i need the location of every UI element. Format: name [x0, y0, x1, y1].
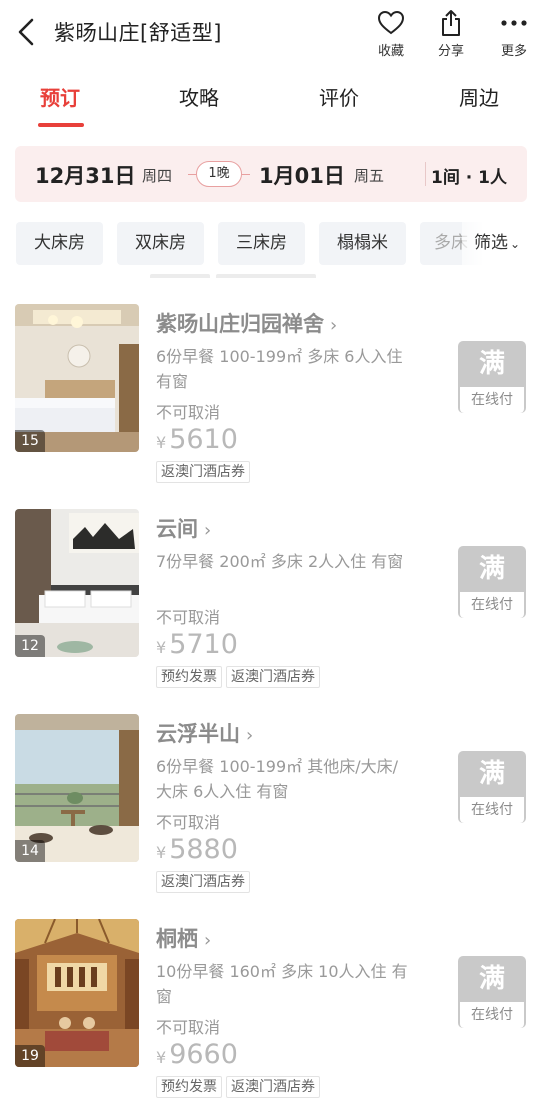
tab-guide[interactable]: 攻略	[179, 82, 219, 111]
room-price: ¥5880	[156, 834, 238, 865]
top-bar: 紫旸山庄[舒适型] 收藏 分享 更多	[0, 0, 550, 66]
room-description: 6份早餐 100-199㎡ 多床 6人入住 有窗	[156, 347, 403, 391]
pay-online-label: 在线付	[460, 797, 524, 823]
date-selector[interactable]: 12月31日 周四 1晚 1月01日 周五 1间 · 1人	[15, 146, 527, 202]
sold-out-button[interactable]: 满 在线付	[458, 751, 526, 823]
photo-count: 12	[15, 635, 45, 657]
room-photo[interactable]: 15	[15, 304, 139, 452]
cancellation-policy: 不可取消	[156, 1018, 221, 1037]
active-tab-indicator	[38, 123, 84, 127]
room-photo[interactable]: 12	[15, 509, 139, 657]
cancellation-policy: 不可取消	[156, 403, 221, 422]
chevron-left-icon	[18, 18, 34, 46]
heart-icon	[377, 10, 405, 35]
tag-invoice: 预约发票	[156, 1076, 222, 1098]
sold-out-button[interactable]: 满 在线付	[458, 546, 526, 618]
room-name[interactable]: 云间 ›	[156, 513, 211, 543]
chevron-right-icon: ›	[204, 930, 212, 951]
tag-macau-voucher: 返澳门酒店券	[156, 871, 250, 893]
room-tags: 预约发票 返澳门酒店券	[156, 1076, 324, 1098]
room-tags: 返澳门酒店券	[156, 461, 254, 483]
room-price: ¥5610	[156, 424, 238, 455]
checkout-date[interactable]: 1月01日	[259, 160, 345, 190]
room-card[interactable]: 14 云浮半山 › 6份早餐 100-199㎡ 其他床/大床/大床 6人入住 有窗…	[0, 714, 550, 914]
room-price: ¥5710	[156, 629, 238, 660]
chevron-right-icon: ›	[330, 315, 338, 336]
scrolled-tag-remnant	[150, 266, 340, 278]
room-tags: 预约发票 返澳门酒店券	[156, 666, 324, 688]
filter-button[interactable]: 筛选 ⌄	[462, 222, 550, 265]
tag-macau-voucher: 返澳门酒店券	[156, 461, 250, 483]
room-name[interactable]: 桐栖 ›	[156, 923, 211, 953]
chevron-down-icon: ⌄	[510, 237, 521, 251]
room-photo[interactable]: 19	[15, 919, 139, 1067]
back-button[interactable]	[14, 16, 40, 48]
room-name[interactable]: 紫旸山庄归园禅舍 ›	[156, 308, 337, 338]
sold-out-label: 满	[478, 759, 505, 789]
chevron-right-icon: ›	[204, 520, 212, 541]
room-name[interactable]: 云浮半山 ›	[156, 718, 253, 748]
tab-reviews[interactable]: 评价	[319, 82, 359, 111]
tab-nearby[interactable]: 周边	[459, 82, 499, 111]
page-title: 紫旸山庄[舒适型]	[54, 21, 222, 45]
filter-chip-row: 大床房 双床房 三床房 榻榻米 多床 筛选 ⌄	[0, 222, 550, 266]
cancellation-policy: 不可取消	[156, 813, 221, 832]
chip-king-bed[interactable]: 大床房	[16, 222, 103, 265]
photo-count: 14	[15, 840, 45, 862]
chevron-right-icon: ›	[246, 725, 254, 746]
pay-online-label: 在线付	[460, 1002, 524, 1028]
room-description: 7份早餐 200㎡ 多床 2人入住 有窗	[156, 552, 404, 571]
checkin-weekday: 周四	[142, 167, 173, 185]
date-divider	[425, 162, 426, 186]
sold-out-label: 满	[478, 349, 505, 379]
checkin-date[interactable]: 12月31日	[35, 160, 135, 190]
tab-bar: 预订 攻略 评价 周边	[0, 82, 550, 128]
checkout-weekday: 周五	[354, 167, 385, 185]
sold-out-label: 满	[478, 554, 505, 584]
tag-macau-voucher: 返澳门酒店券	[226, 1076, 320, 1098]
rooms-guests-selector[interactable]: 1间 · 1人	[431, 163, 507, 188]
share-label: 分享	[437, 44, 464, 59]
favorite-button[interactable]: 收藏	[368, 8, 414, 59]
room-card[interactable]: 15 紫旸山庄归园禅舍 › 6份早餐 100-199㎡ 多床 6人入住 有窗 不可…	[0, 304, 550, 504]
room-tags: 返澳门酒店券	[156, 871, 254, 893]
nights-badge: 1晚	[188, 161, 250, 187]
tab-booking[interactable]: 预订	[40, 82, 80, 111]
filter-label: 筛选	[474, 233, 508, 253]
pay-online-label: 在线付	[460, 592, 524, 618]
share-icon	[442, 10, 460, 36]
sold-out-button[interactable]: 满 在线付	[458, 956, 526, 1028]
more-label: 更多	[500, 44, 527, 59]
room-description: 10份早餐 160㎡ 多床 10人入住 有窗	[156, 962, 408, 1006]
chip-tatami[interactable]: 榻榻米	[319, 222, 406, 265]
photo-count: 19	[15, 1045, 45, 1067]
share-button[interactable]: 分享	[428, 8, 474, 59]
room-description: 6份早餐 100-199㎡ 其他床/大床/大床 6人入住 有窗	[156, 757, 398, 801]
room-card[interactable]: 19 桐栖 › 10份早餐 160㎡ 多床 10人入住 有窗 不可取消 ¥9660…	[0, 919, 550, 1119]
room-card[interactable]: 12 云间 › 7份早餐 200㎡ 多床 2人入住 有窗 不可取消 ¥5710 预…	[0, 509, 550, 709]
chip-triple-bed[interactable]: 三床房	[218, 222, 305, 265]
sold-out-button[interactable]: 满 在线付	[458, 341, 526, 413]
photo-count: 15	[15, 430, 45, 452]
sold-out-label: 满	[478, 964, 505, 994]
favorite-label: 收藏	[377, 44, 404, 59]
cancellation-policy: 不可取消	[156, 608, 221, 627]
tag-macau-voucher: 返澳门酒店券	[226, 666, 320, 688]
more-button[interactable]: 更多	[491, 8, 537, 59]
room-photo[interactable]: 14	[15, 714, 139, 862]
tag-invoice: 预约发票	[156, 666, 222, 688]
chip-twin-bed[interactable]: 双床房	[117, 222, 204, 265]
more-icon	[501, 20, 527, 26]
room-price: ¥9660	[156, 1039, 238, 1070]
pay-online-label: 在线付	[460, 387, 524, 413]
